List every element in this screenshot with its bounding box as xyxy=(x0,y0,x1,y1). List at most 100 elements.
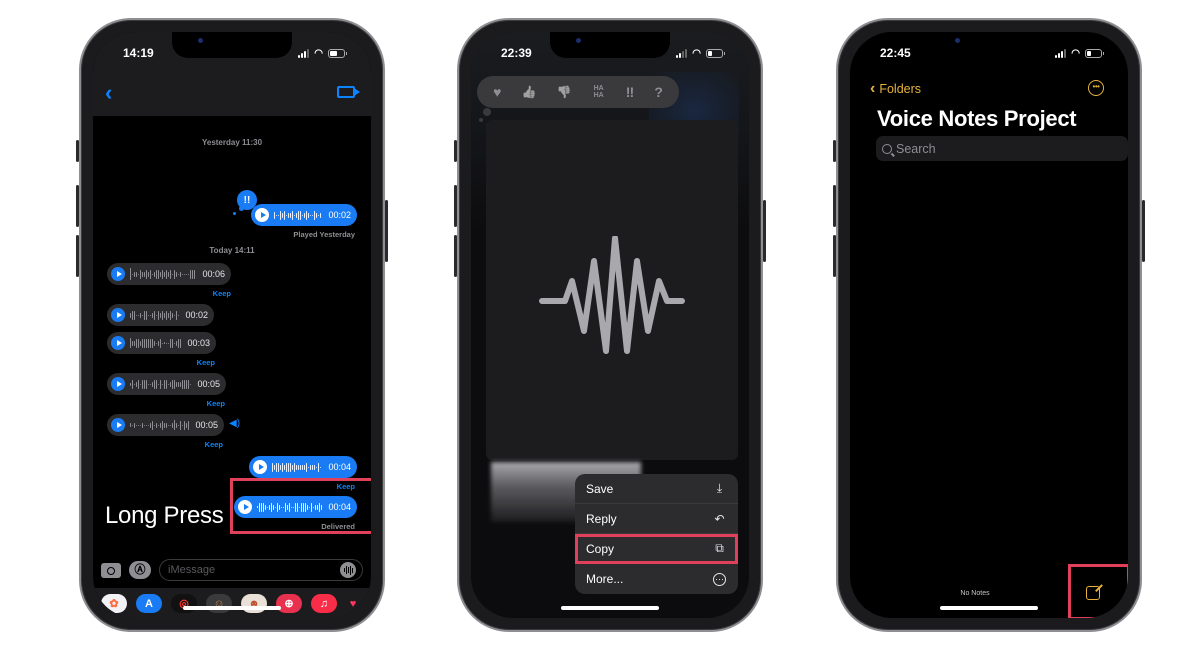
duration: 00:02 xyxy=(185,310,208,320)
waveform-bar xyxy=(142,338,143,348)
waveform-bar xyxy=(148,424,149,426)
thumbs-down-reaction-icon[interactable]: 👎 xyxy=(557,85,572,99)
folders-back-button[interactable]: ‹ Folders xyxy=(870,80,921,98)
menu-item-copy[interactable]: Copy ⧉ xyxy=(575,534,738,564)
waveform-bar xyxy=(166,269,167,279)
app-store-icon[interactable]: Ⓐ xyxy=(129,561,151,579)
waveform-bar xyxy=(284,210,285,220)
waveform-bar xyxy=(154,424,155,426)
speaker-icon[interactable]: ◀) xyxy=(229,418,240,429)
waveform-bar xyxy=(152,312,153,318)
search-input[interactable]: Search xyxy=(876,136,1128,161)
more-options-icon[interactable]: ••• xyxy=(1088,80,1104,96)
waveform-bar xyxy=(298,464,299,470)
memoji-app-icon[interactable]: ☻ xyxy=(241,594,267,613)
page-title: Voice Notes Project xyxy=(877,106,1077,131)
camera-icon[interactable] xyxy=(101,562,121,578)
waveform-icon xyxy=(539,236,685,354)
waveform-bar xyxy=(314,464,315,470)
reaction-bar-tail xyxy=(479,118,483,122)
app-store-app-icon[interactable]: A xyxy=(136,594,162,613)
play-icon[interactable] xyxy=(111,418,125,432)
play-icon[interactable] xyxy=(253,460,267,474)
waveform-bar xyxy=(182,379,183,389)
waveform-bar xyxy=(140,383,141,385)
home-indicator[interactable] xyxy=(940,606,1038,610)
waveform-bar xyxy=(176,381,177,387)
waveform-bar xyxy=(184,420,185,430)
waveform-bar xyxy=(162,269,163,279)
back-chevron-icon[interactable]: ‹ xyxy=(105,80,112,106)
keep-link[interactable]: Keep xyxy=(191,399,225,408)
audio-record-icon[interactable] xyxy=(340,562,356,578)
waveform-bar xyxy=(160,338,161,348)
waveform-bar xyxy=(162,342,163,344)
voice-message[interactable]: 00:04 xyxy=(249,456,357,478)
activity-app-icon[interactable]: ◎ xyxy=(171,594,197,613)
waveform-bar xyxy=(146,338,147,348)
imessage-input[interactable]: iMessage xyxy=(159,559,363,581)
voice-message[interactable]: 00:05 xyxy=(107,373,226,395)
waveform-bar xyxy=(190,383,191,385)
voice-message[interactable]: 00:03 xyxy=(107,332,216,354)
waveform-bar xyxy=(140,424,141,426)
volume-down-button xyxy=(454,235,457,277)
waveform-bar xyxy=(146,269,147,279)
play-icon[interactable] xyxy=(111,267,125,281)
waveform-bar xyxy=(280,464,281,470)
menu-item-more[interactable]: More... ⋯ xyxy=(575,564,738,594)
waveform-bar xyxy=(144,379,145,389)
waveform-bar xyxy=(160,379,161,389)
waveform-bar xyxy=(152,381,153,387)
waveform-bar xyxy=(154,310,155,320)
mute-switch xyxy=(454,140,457,162)
play-icon[interactable] xyxy=(111,377,125,391)
waveform-bar xyxy=(320,212,321,218)
play-icon[interactable] xyxy=(111,308,125,322)
waveform-bar xyxy=(294,462,295,472)
heart-reaction-icon[interactable]: ♥ xyxy=(493,84,501,100)
exclamation-reaction-icon[interactable]: ‼ xyxy=(626,84,634,100)
waveform-bar xyxy=(304,212,305,218)
music-app-icon[interactable]: ♫ xyxy=(311,594,337,613)
keep-link[interactable]: Keep xyxy=(181,358,215,367)
keep-link[interactable]: Keep xyxy=(189,440,223,449)
home-indicator[interactable] xyxy=(561,606,659,610)
home-indicator[interactable] xyxy=(183,606,281,610)
memoji-stickers-app-icon[interactable]: ☺ xyxy=(206,594,232,613)
waveform-bar xyxy=(188,420,189,430)
waveform-bar xyxy=(188,379,189,389)
images-search-app-icon[interactable]: ⊕ xyxy=(276,594,302,613)
haha-reaction-icon[interactable]: HA HA xyxy=(592,85,606,99)
waveform-bar xyxy=(154,271,155,277)
photos-app-icon[interactable]: ✿ xyxy=(101,594,127,613)
play-icon[interactable] xyxy=(111,336,125,350)
menu-item-save[interactable]: Save ⤓ xyxy=(575,474,738,504)
question-reaction-icon[interactable]: ? xyxy=(654,84,663,100)
keep-link[interactable]: Keep xyxy=(197,289,231,298)
thumbs-up-reaction-icon[interactable]: 👍 xyxy=(522,85,537,99)
waveform-bar xyxy=(308,466,309,468)
menu-item-reply[interactable]: Reply ↶ xyxy=(575,504,738,534)
waveform-bar xyxy=(166,310,167,320)
waveform-bar xyxy=(174,269,175,279)
play-icon[interactable] xyxy=(255,208,269,222)
voice-message[interactable]: 00:02 xyxy=(107,304,214,326)
waveform-bar xyxy=(142,271,143,277)
wifi-icon: ◠ xyxy=(692,47,701,59)
waveform-bar xyxy=(158,340,159,346)
waveform-bar xyxy=(156,342,157,344)
waveform-bar xyxy=(170,310,171,320)
mute-switch xyxy=(833,140,836,162)
waveform-bar xyxy=(172,273,173,275)
phone-notes: 22:45 ◠ ‹ Folders ••• Voice Notes Projec… xyxy=(833,18,1145,632)
digital-touch-app-icon[interactable]: ♥ xyxy=(346,594,360,613)
voice-message[interactable]: 00:05 xyxy=(107,414,224,436)
waveform xyxy=(130,377,192,391)
waveform-bar xyxy=(180,338,181,348)
battery-icon xyxy=(328,48,347,58)
video-camera-icon[interactable] xyxy=(337,86,360,98)
voice-message[interactable]: 00:02 xyxy=(251,204,357,226)
waveform-bar xyxy=(172,379,173,389)
voice-message[interactable]: 00:06 xyxy=(107,263,231,285)
